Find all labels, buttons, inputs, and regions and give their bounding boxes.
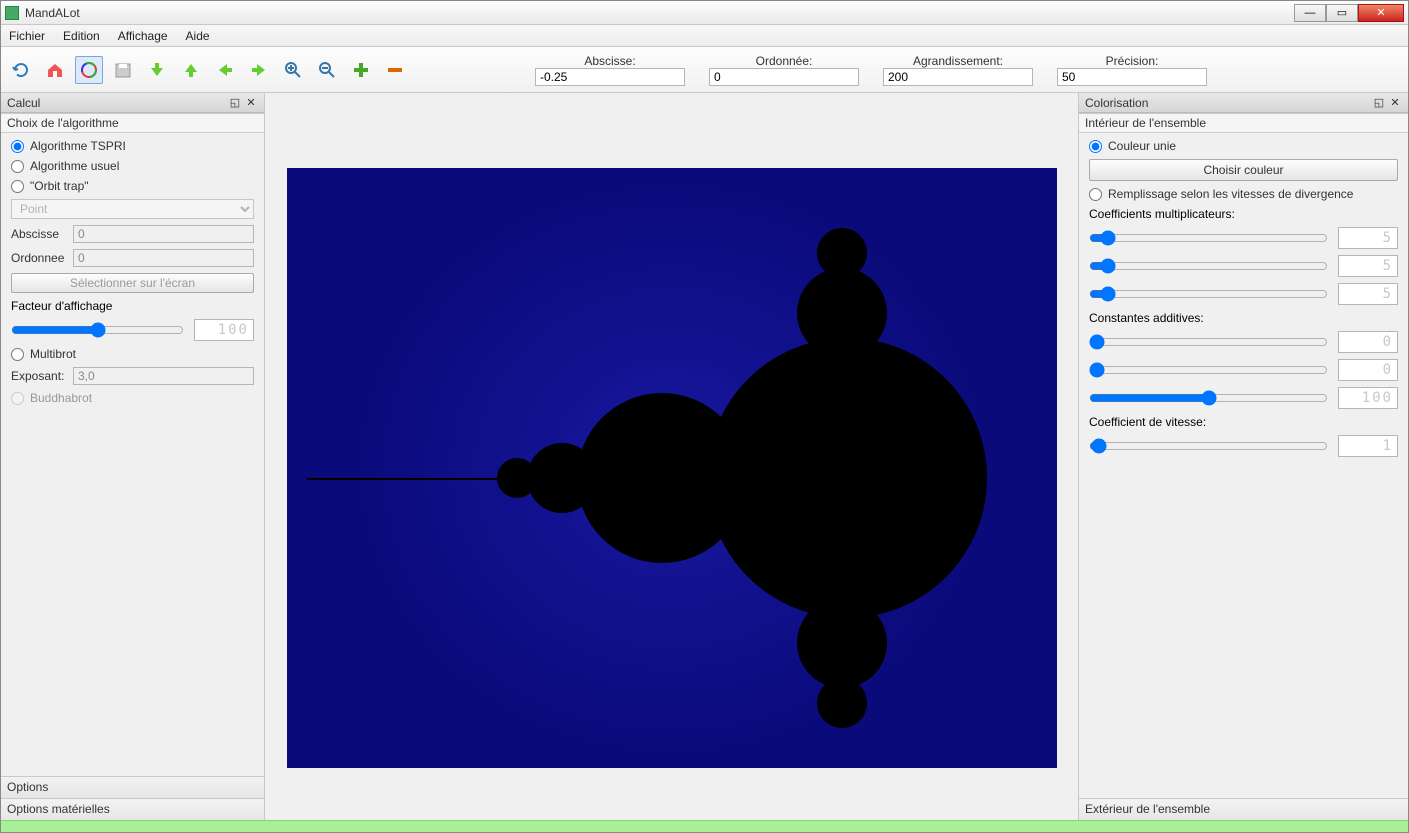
mult-val-1: 5 [1338,227,1398,249]
add-slider-2[interactable] [1089,361,1328,379]
coef-vit-label: Coefficient de vitesse: [1089,415,1398,429]
minimize-button[interactable]: — [1294,4,1326,22]
vit-slider[interactable] [1089,437,1328,455]
mult-val-3: 5 [1338,283,1398,305]
zoom-out-icon[interactable] [313,56,341,84]
abscisse-label: Abscisse: [584,54,635,68]
toolbar: Abscisse: Ordonnée: Agrandissement: Préc… [1,47,1408,93]
maximize-button[interactable]: ▭ [1326,4,1358,22]
menu-file[interactable]: Fichier [9,29,45,43]
precision-input[interactable] [1057,68,1207,86]
zoom-in-icon[interactable] [279,56,307,84]
facteur-label: Facteur d'affichage [11,299,254,313]
minus-icon[interactable] [381,56,409,84]
abscisse-lbl: Abscisse [11,227,67,241]
algo-section-body: Algorithme TSPRI Algorithme usuel "Orbit… [1,133,264,411]
menubar: Fichier Edition Affichage Aide [1,25,1408,47]
zoom-input[interactable] [883,68,1033,86]
buddhabrot-radio: Buddhabrot [11,391,254,405]
close-panel-icon[interactable]: ✕ [244,96,258,110]
const-add-label: Constantes additives: [1089,311,1398,325]
right-panel-header: Colorisation ◱ ✕ [1079,93,1408,113]
mult-val-2: 5 [1338,255,1398,277]
refresh-icon[interactable] [7,56,35,84]
content: Calcul ◱ ✕ Choix de l'algorithme Algorit… [1,93,1408,820]
menu-view[interactable]: Affichage [118,29,168,43]
menu-edit[interactable]: Edition [63,29,100,43]
coef-mult-label: Coefficients multiplicateurs: [1089,207,1398,221]
add-val-3: 100 [1338,387,1398,409]
tab-hardware-options[interactable]: Options matérielles [1,798,264,820]
add-slider-1[interactable] [1089,333,1328,351]
ordonnee-lbl: Ordonnee [11,251,67,265]
choose-color-button[interactable]: Choisir couleur [1089,159,1398,181]
titlebar: MandALot — ▭ ✕ [1,1,1408,25]
exposant-lbl: Exposant: [11,369,67,383]
facteur-value: 100 [194,319,254,341]
right-panel-title: Colorisation [1085,96,1148,110]
abscisse-input[interactable] [535,68,685,86]
algo-tspri-radio[interactable]: Algorithme TSPRI [11,139,254,153]
close-right-icon[interactable]: ✕ [1388,96,1402,110]
close-button[interactable]: ✕ [1358,4,1404,22]
mult-slider-3[interactable] [1089,285,1328,303]
window-controls: — ▭ ✕ [1294,4,1404,22]
algo-orbit-radio[interactable]: "Orbit trap" [11,179,254,193]
home-icon[interactable] [41,56,69,84]
window-title: MandALot [25,6,1294,20]
arrow-up-icon[interactable] [177,56,205,84]
select-on-screen-button: Sélectionner sur l'écran [11,273,254,293]
left-panel-header: Calcul ◱ ✕ [1,93,264,113]
ordonnee-field [73,249,254,267]
facteur-slider[interactable] [11,321,184,339]
orbit-type-select: Point [11,199,254,219]
arrow-left-icon[interactable] [211,56,239,84]
undock-right-icon[interactable]: ◱ [1372,96,1386,110]
statusbar [1,820,1408,832]
interior-section-header: Intérieur de l'ensemble [1079,113,1408,133]
algo-usuel-radio[interactable]: Algorithme usuel [11,159,254,173]
left-panel: Calcul ◱ ✕ Choix de l'algorithme Algorit… [1,93,265,820]
menu-help[interactable]: Aide [186,29,210,43]
app-window: MandALot — ▭ ✕ Fichier Edition Affichage… [0,0,1409,833]
canvas-area [265,93,1078,820]
abscisse-field [73,225,254,243]
multibrot-radio[interactable]: Multibrot [11,347,254,361]
couleur-unie-radio[interactable]: Couleur unie [1089,139,1398,153]
color-wheel-icon[interactable] [75,56,103,84]
zoom-label: Agrandissement: [913,54,1003,68]
plus-icon[interactable] [347,56,375,84]
right-panel: Colorisation ◱ ✕ Intérieur de l'ensemble… [1078,93,1408,820]
vit-val: 1 [1338,435,1398,457]
add-val-1: 0 [1338,331,1398,353]
app-icon [5,6,19,20]
arrow-right-icon[interactable] [245,56,273,84]
tab-options[interactable]: Options [1,776,264,798]
tab-exterior[interactable]: Extérieur de l'ensemble [1079,798,1408,820]
interior-section-body: Couleur unie Choisir couleur Remplissage… [1079,133,1408,463]
save-icon[interactable] [109,56,137,84]
mult-slider-1[interactable] [1089,229,1328,247]
precision-label: Précision: [1106,54,1159,68]
ordonnee-input[interactable] [709,68,859,86]
mult-slider-2[interactable] [1089,257,1328,275]
algo-section-header: Choix de l'algorithme [1,113,264,133]
ordonnee-label: Ordonnée: [756,54,813,68]
undock-icon[interactable]: ◱ [228,96,242,110]
add-slider-3[interactable] [1089,389,1328,407]
arrow-down-icon[interactable] [143,56,171,84]
left-panel-title: Calcul [7,96,40,110]
fractal-canvas[interactable] [287,168,1057,768]
remplissage-radio[interactable]: Remplissage selon les vitesses de diverg… [1089,187,1398,201]
add-val-2: 0 [1338,359,1398,381]
exposant-field [73,367,254,385]
